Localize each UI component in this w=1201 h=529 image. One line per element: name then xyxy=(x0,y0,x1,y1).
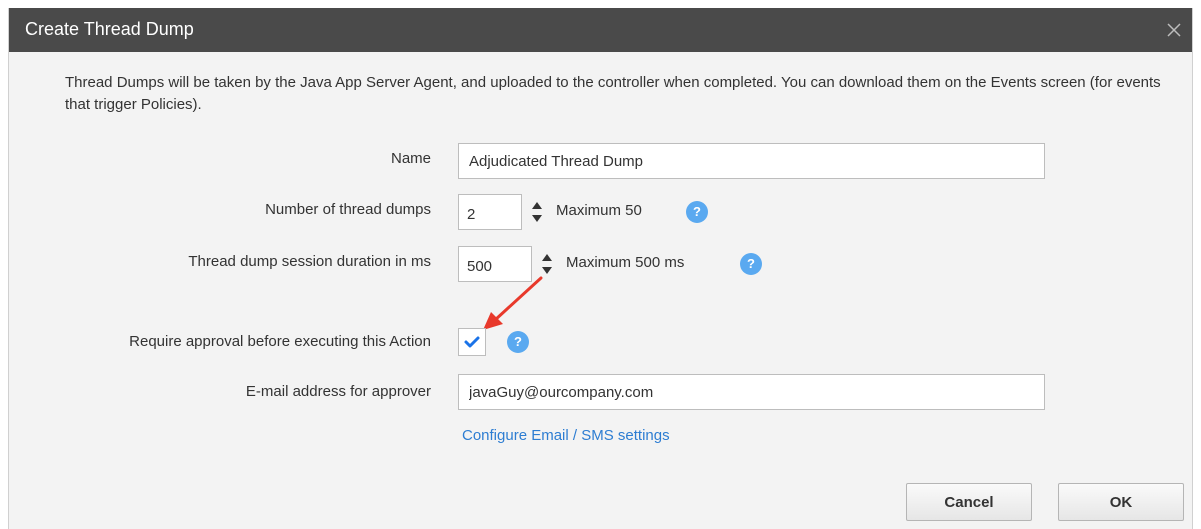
num-dumps-hint: Maximum 50 xyxy=(556,202,642,219)
duration-help-icon[interactable]: ? xyxy=(740,253,762,275)
configure-email-sms-link[interactable]: Configure Email / SMS settings xyxy=(462,427,670,444)
close-icon[interactable] xyxy=(1164,20,1184,40)
ok-button[interactable]: OK xyxy=(1058,483,1184,521)
create-thread-dump-dialog: Create Thread Dump Thread Dumps will be … xyxy=(8,8,1193,529)
dialog-titlebar: Create Thread Dump xyxy=(9,8,1192,52)
approver-email-label: E-mail address for approver xyxy=(245,383,431,400)
dialog-description: Thread Dumps will be taken by the Java A… xyxy=(65,74,1161,113)
require-approval-label: Require approval before executing this A… xyxy=(129,333,431,350)
annotation-arrow-icon xyxy=(483,276,543,330)
num-dumps-help-icon[interactable]: ? xyxy=(686,201,708,223)
require-approval-help-icon[interactable]: ? xyxy=(507,331,529,353)
num-dumps-input[interactable] xyxy=(458,194,522,230)
duration-hint: Maximum 500 ms xyxy=(566,254,685,271)
checkmark-icon xyxy=(464,336,480,348)
approver-email-input[interactable] xyxy=(458,374,1045,410)
dialog-title: Create Thread Dump xyxy=(25,19,194,39)
num-dumps-stepper-icon[interactable] xyxy=(531,195,543,229)
duration-label: Thread dump session duration in ms xyxy=(188,253,431,270)
num-dumps-label: Number of thread dumps xyxy=(265,201,431,218)
name-input[interactable] xyxy=(458,143,1045,179)
require-approval-checkbox[interactable] xyxy=(458,328,486,356)
name-label: Name xyxy=(390,150,431,167)
cancel-button[interactable]: Cancel xyxy=(906,483,1032,521)
